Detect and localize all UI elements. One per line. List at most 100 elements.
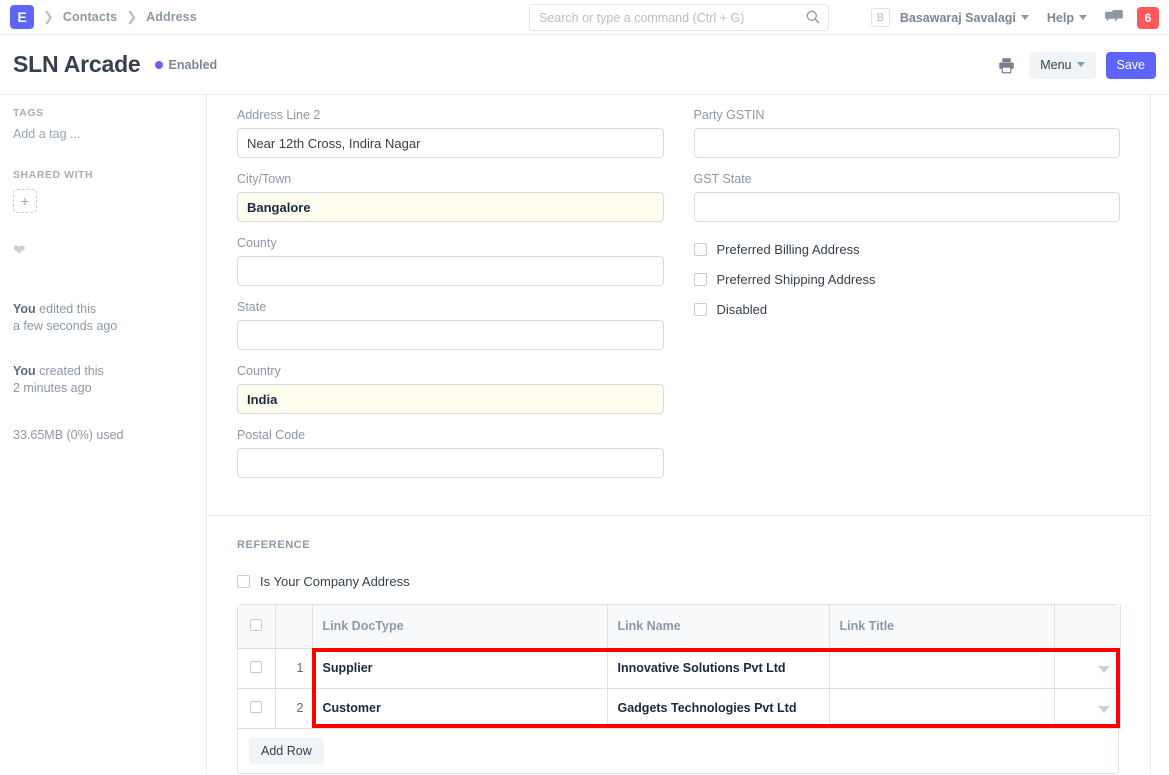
postal-code-input[interactable] [237,448,664,478]
spacer [13,259,193,287]
chevron-down-icon [1077,62,1085,67]
notification-badge[interactable]: 6 [1137,7,1159,29]
avatar[interactable]: B [871,8,890,27]
breadcrumb-chevron-icon: ❯ [126,9,137,25]
page-body: TAGS Add a tag ... SHARED WITH + ❤ You e… [0,95,1169,774]
table-header: Link DocType Link Name Link Title [238,605,1120,648]
field-label: Party GSTIN [694,108,1121,123]
checkbox-box[interactable] [694,243,707,256]
field-postal-code: Postal Code [237,428,664,478]
add-row-button[interactable]: Add Row [249,738,324,764]
cell-link-title[interactable] [829,648,1054,688]
party-gstin-input[interactable] [694,128,1121,158]
checkbox-box[interactable] [694,303,707,316]
field-gst-state: GST State [694,172,1121,222]
add-tag-input[interactable]: Add a tag ... [13,127,193,141]
checkbox-box[interactable] [237,575,250,588]
field-state: State [237,300,664,350]
search-icon[interactable] [805,9,821,25]
table-row[interactable]: 2 Customer Gadgets Technologies Pvt Ltd [238,688,1120,728]
field-label: Postal Code [237,428,664,443]
shared-with-heading: SHARED WITH [13,169,193,181]
checkbox-label: Preferred Billing Address [717,242,860,257]
checkbox-disabled[interactable]: Disabled [694,302,1121,317]
navbar-right: B Basawaraj Savalagi Help 6 [871,0,1159,35]
row-index: 1 [275,648,312,688]
app-logo[interactable]: E [10,5,34,29]
breadcrumb-address[interactable]: Address [146,10,197,24]
form-column-right: Party GSTIN GST State Preferred Billing … [694,108,1121,492]
checkbox-preferred-shipping-address[interactable]: Preferred Shipping Address [694,272,1121,287]
row-index-header [275,605,312,648]
sidebar: TAGS Add a tag ... SHARED WITH + ❤ You e… [0,95,207,774]
help-menu-label: Help [1047,11,1074,25]
created-info: You created this 2 minutes ago [13,363,193,397]
checkbox-is-your-company-address[interactable]: Is Your Company Address [237,574,1120,589]
status-dot-icon [155,61,163,69]
created-text: created this [39,364,104,378]
state-input[interactable] [237,320,664,350]
chevron-down-icon [1021,15,1029,20]
cell-link-name[interactable]: Innovative Solutions Pvt Ltd [607,648,829,688]
print-icon[interactable] [993,52,1019,78]
status-badge: Enabled [155,58,218,72]
city-town-input[interactable] [237,192,664,222]
search-input[interactable] [529,4,829,31]
row-expand-cell[interactable] [1054,688,1120,728]
user-menu[interactable]: Basawaraj Savalagi [900,11,1029,25]
menu-button-label: Menu [1040,58,1071,72]
add-shared-user-button[interactable]: + [13,189,37,213]
reference-section: REFERENCE Is Your Company Address [207,516,1150,774]
field-city-town: City/Town [237,172,664,222]
reference-heading: REFERENCE [237,539,1120,551]
chat-icon[interactable] [1105,10,1123,26]
page-header: SLN Arcade Enabled Menu Save [0,35,1169,95]
cell-link-title[interactable] [829,688,1054,728]
save-button[interactable]: Save [1106,52,1157,79]
field-label: State [237,300,664,315]
row-expand-cell[interactable] [1054,648,1120,688]
page-title: SLN Arcade [13,51,141,78]
checkbox-box[interactable] [694,273,707,286]
cell-link-name[interactable]: Gadgets Technologies Pvt Ltd [607,688,829,728]
header-link-doctype[interactable]: Link DocType [312,605,607,648]
edited-text: edited this [39,302,96,316]
edited-by: You [13,302,36,316]
status-label: Enabled [169,58,218,72]
like-heart-icon[interactable]: ❤ [13,241,193,259]
breadcrumb-contacts[interactable]: Contacts [63,10,117,24]
spacer [13,213,193,241]
checkbox-label: Disabled [717,302,768,317]
spacer [13,141,193,169]
main-content: Address Line 2 City/Town County State [207,95,1169,774]
address-line-2-input[interactable] [237,128,664,158]
row-select-cell [238,648,275,688]
table-row[interactable]: 1 Supplier Innovative Solutions Pvt Ltd [238,648,1120,688]
field-country: Country [237,364,664,414]
reference-grid: Link DocType Link Name Link Title [237,604,1119,774]
field-label: County [237,236,664,251]
country-input[interactable] [237,384,664,414]
county-input[interactable] [237,256,664,286]
storage-usage: 33.65MB (0%) used [13,427,193,444]
select-all-header [238,605,275,648]
menu-button[interactable]: Menu [1029,52,1095,79]
gst-state-input[interactable] [694,192,1121,222]
cell-link-doctype[interactable]: Customer [312,688,607,728]
header-link-title[interactable]: Link Title [829,605,1054,648]
field-county: County [237,236,664,286]
row-checkbox[interactable] [250,661,262,673]
table-header-row: Link DocType Link Name Link Title [238,605,1120,648]
row-checkbox[interactable] [250,701,262,713]
chevron-down-icon [1079,15,1087,20]
checkbox-preferred-billing-address[interactable]: Preferred Billing Address [694,242,1121,257]
help-menu[interactable]: Help [1047,11,1087,25]
header-link-name[interactable]: Link Name [607,605,829,648]
reference-table: Link DocType Link Name Link Title [238,605,1121,729]
chevron-down-icon[interactable] [1098,666,1110,673]
content-panel: Address Line 2 City/Town County State [207,95,1151,774]
address-form: Address Line 2 City/Town County State [207,95,1150,492]
select-all-checkbox[interactable] [250,619,262,631]
chevron-down-icon[interactable] [1098,706,1110,713]
cell-link-doctype[interactable]: Supplier [312,648,607,688]
